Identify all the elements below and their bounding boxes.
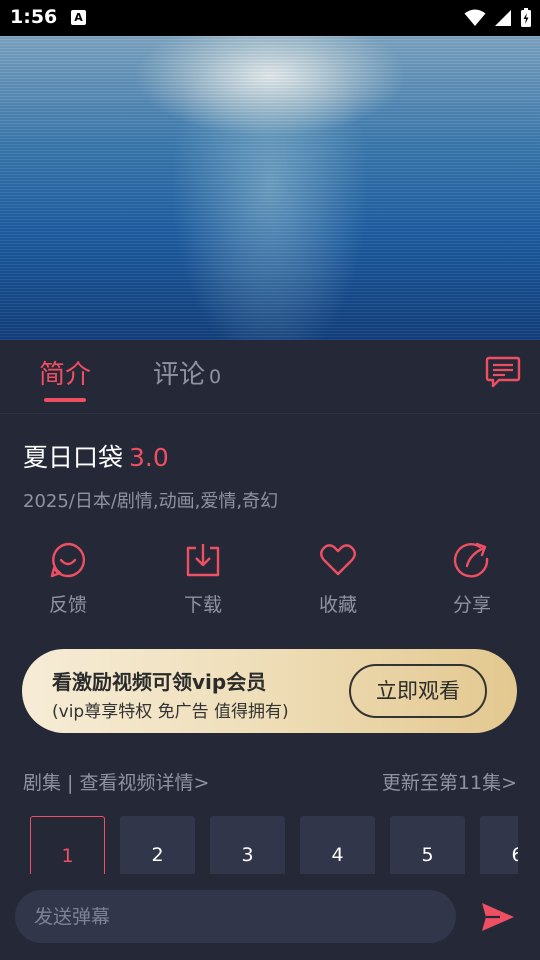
download-label: 下载 [183,594,222,616]
show-title-line: 夏日口袋 3.0 [23,438,169,474]
vip-title: 看激励视频可领vip会员 [52,670,267,694]
feedback-button[interactable]: 反馈 [18,540,118,617]
tab-intro-indicator [44,398,86,402]
tab-comments-label: 评论 [153,360,206,390]
danmaku-bar [0,874,540,960]
episodes-detail-link[interactable]: 剧集 | 查看视频详情> [23,768,209,795]
tab-bar: 简介 评论 0 [0,340,540,414]
favorite-label: 收藏 [318,594,357,616]
show-meta: 2025/日本/剧情,动画,爱情,奇幻 [23,491,279,512]
tab-comments[interactable]: 评论 0 [153,354,221,391]
danmaku-list-icon[interactable] [485,355,521,389]
action-row: 反馈 下载 收藏 分享 [0,540,540,630]
comment-count: 0 [209,366,222,388]
status-time: 1:56 [10,6,58,28]
wifi-icon [464,9,486,26]
episode-item[interactable]: 5 [390,816,465,874]
share-icon [453,542,489,578]
episodes-update-link[interactable]: 更新至第11集> [382,768,517,795]
heart-icon [320,544,356,576]
download-icon [186,544,220,577]
episode-list: 1 2 3 4 5 6 [30,816,518,874]
battery-icon [521,8,531,27]
tab-intro[interactable]: 简介 [39,354,91,391]
danmaku-input[interactable] [15,890,456,943]
show-score: 3.0 [129,443,169,472]
status-bar: 1:56 A [0,0,540,36]
favorite-button[interactable]: 收藏 [288,540,388,617]
episodes-header: 剧集 | 查看视频详情> 更新至第11集> [23,768,517,794]
episode-item[interactable]: 3 [210,816,285,874]
signal-icon [495,10,511,26]
notification-a-icon: A [71,10,86,25]
vip-subtitle: (vip尊享特权 免广告 值得拥有) [52,702,289,722]
feedback-label: 反馈 [48,594,87,616]
video-player[interactable] [0,36,540,340]
episode-item[interactable]: 4 [300,816,375,874]
episode-item[interactable]: 1 [30,816,105,874]
episode-item[interactable]: 2 [120,816,195,874]
status-icons [464,8,532,28]
feedback-smile-icon [50,542,86,578]
vip-banner[interactable]: 看激励视频可领vip会员 (vip尊享特权 免广告 值得拥有) 立即观看 [22,649,517,733]
send-icon[interactable] [480,900,516,934]
show-title: 夏日口袋 [23,443,124,472]
share-button[interactable]: 分享 [422,540,522,617]
download-button[interactable]: 下载 [153,540,253,617]
watch-now-button[interactable]: 立即观看 [349,664,487,718]
episode-item[interactable]: 6 [480,816,518,874]
share-label: 分享 [452,594,491,616]
